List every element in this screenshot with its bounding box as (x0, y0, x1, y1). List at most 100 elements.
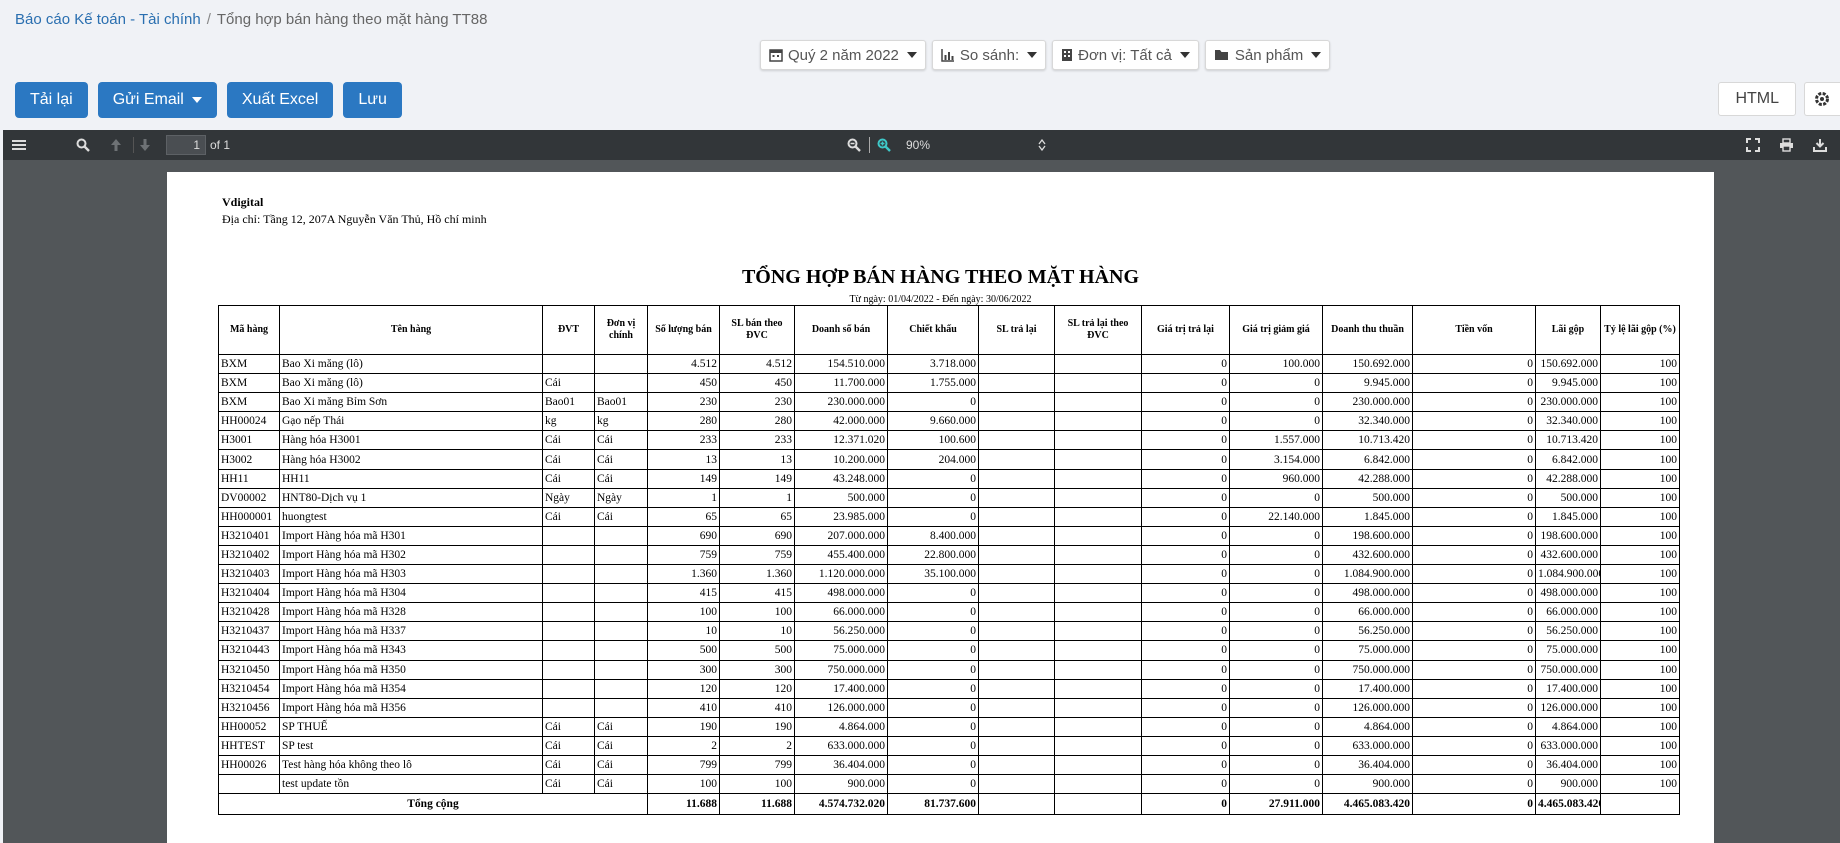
table-cell: 0 (1141, 506, 1230, 527)
previous-page-button[interactable] (110, 130, 122, 160)
table-cell: huongtest (279, 506, 543, 527)
column-header: Số lượng bán (647, 305, 720, 355)
fullscreen-button[interactable] (1746, 130, 1760, 160)
column-header: Chiết khấu (887, 305, 979, 355)
table-cell: 900.000 (1322, 774, 1413, 795)
export-excel-button[interactable]: Xuất Excel (226, 82, 334, 118)
table-cell (978, 716, 1055, 737)
period-filter-dropdown[interactable]: Quý 2 năm 2022 (760, 40, 926, 70)
table-cell: 1 (719, 487, 795, 508)
table-cell: HNT80-Dịch vụ 1 (279, 487, 543, 508)
table-cell (978, 564, 1055, 585)
table-cell: 0 (1141, 487, 1230, 508)
table-cell: 500.000 (1322, 487, 1413, 508)
table-cell: 0 (887, 392, 979, 413)
table-cell: Cái (594, 449, 648, 470)
table-cell: 100 (1600, 411, 1680, 432)
table-cell: Gạo nếp Thái (279, 411, 543, 432)
table-cell (978, 678, 1055, 699)
print-button[interactable] (1779, 130, 1794, 160)
chevron-down-icon (1179, 52, 1190, 58)
download-button[interactable] (1813, 130, 1827, 160)
table-cell: 0 (1412, 564, 1536, 585)
fullscreen-icon (1746, 138, 1760, 152)
table-cell (978, 525, 1055, 546)
table-cell (542, 697, 595, 718)
table-cell: 1.084.900.000 (1322, 564, 1413, 585)
table-cell: 3.718.000 (887, 353, 979, 375)
table-cell: 0 (1141, 583, 1230, 604)
html-format-button[interactable]: HTML (1718, 82, 1796, 116)
table-cell: 4.512 (719, 353, 795, 375)
product-filter-dropdown[interactable]: Sản phẩm (1204, 40, 1331, 70)
table-cell: 0 (1412, 602, 1536, 623)
column-header: SL trả lại theo ĐVC (1054, 305, 1142, 355)
table-cell: 1.557.000 (1229, 430, 1323, 451)
compare-filter-dropdown[interactable]: So sánh: (931, 40, 1047, 70)
page-number-input[interactable]: 1 (166, 135, 206, 155)
save-button[interactable]: Lưu (343, 82, 402, 118)
table-cell (594, 640, 648, 661)
table-cell: 498.000.000 (794, 583, 888, 604)
next-page-button[interactable] (139, 130, 151, 160)
table-cell: 100 (1600, 774, 1680, 795)
table-cell: 0 (1229, 678, 1323, 699)
table-cell: 0 (1229, 411, 1323, 432)
table-cell: 0 (1412, 621, 1536, 642)
table-cell (594, 353, 648, 375)
table-cell: 0 (1412, 583, 1536, 604)
table-cell: 66.000.000 (1322, 602, 1413, 623)
zoom-in-button[interactable] (877, 130, 891, 160)
table-cell: 120 (647, 678, 720, 699)
arrow-down-icon (140, 139, 150, 151)
table-cell: 0 (1141, 468, 1230, 489)
table-cell: 0 (887, 735, 979, 756)
table-cell: 4.864.000 (1322, 716, 1413, 737)
table-cell: Bao01 (594, 392, 648, 413)
reload-button[interactable]: Tải lại (15, 82, 88, 118)
sidebar-toggle-button[interactable] (12, 130, 26, 160)
table-cell: 2 (719, 735, 795, 756)
table-cell: 23.985.000 (794, 506, 888, 527)
table-cell: 32.340.000 (1535, 411, 1601, 432)
table-row: DV00002 HNT80-Dịch vụ 1 Ngày Ngày 1 1 500.000 0… (218, 487, 1680, 508)
breadcrumb-parent-link[interactable]: Báo cáo Kế toán - Tài chính (15, 11, 201, 28)
column-header: Tỷ lệ lãi gộp (%) (1600, 305, 1680, 355)
table-cell (594, 621, 648, 642)
table-cell: 0 (1412, 373, 1536, 394)
table-cell (1054, 774, 1142, 795)
table-cell: Cái (594, 506, 648, 527)
column-header: Doanh thu thuần (1322, 305, 1413, 355)
send-email-button[interactable]: Gửi Email (97, 82, 217, 118)
table-row: HH11 HH11 Cái Cái 149 149 43.248.000 0 0 960.000 4… (218, 468, 1680, 489)
table-cell: Cái (542, 735, 595, 756)
table-cell: 10 (719, 621, 795, 642)
table-cell: 960.000 (1229, 468, 1323, 489)
table-cell (978, 659, 1055, 680)
table-cell: 1.360 (719, 564, 795, 585)
table-cell (978, 774, 1055, 795)
table-cell (1054, 716, 1142, 737)
zoom-out-button[interactable] (847, 130, 861, 160)
column-header: SL trả lại (978, 305, 1055, 355)
table-cell: 230.000.000 (1322, 392, 1413, 413)
table-cell: 0 (887, 754, 979, 776)
table-cell: 432.600.000 (1322, 544, 1413, 566)
table-cell: 690 (719, 525, 795, 546)
zoom-select[interactable]: 90% (906, 130, 1046, 160)
unit-filter-dropdown[interactable]: Đơn vị: Tất cả (1052, 40, 1199, 70)
table-cell: H3210404 (218, 583, 280, 604)
find-button[interactable] (76, 130, 90, 160)
column-header: Giá trị giảm giá (1229, 305, 1323, 355)
table-row: BXM Bao Xi măng (lô) 4.512 4.512 154.510.000… (218, 353, 1680, 375)
table-cell: DV00002 (218, 487, 280, 508)
settings-button[interactable] (1804, 82, 1840, 116)
arrow-up-icon (111, 139, 121, 151)
column-header: Đơn vị chính (594, 305, 648, 355)
folder-icon (1214, 50, 1228, 60)
send-email-label: Gửi Email (112, 91, 184, 108)
table-cell: 498.000.000 (1535, 583, 1601, 604)
table-cell: 207.000.000 (794, 525, 888, 546)
table-cell (978, 697, 1055, 718)
table-cell: 0 (1141, 697, 1230, 718)
